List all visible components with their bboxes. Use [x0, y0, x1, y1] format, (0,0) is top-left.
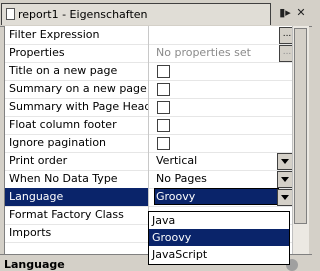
checkbox[interactable] — [157, 137, 170, 150]
property-name: Filter Expression — [5, 26, 149, 44]
property-value[interactable]: ... — [153, 26, 293, 44]
property-name: Ignore pagination — [5, 134, 149, 152]
language-combo-value[interactable]: Groovy — [155, 189, 278, 204]
dropdown-option-java[interactable]: Java — [149, 212, 289, 229]
property-row-summary-on-new-page[interactable]: Summary on a new page — [5, 80, 293, 99]
vertical-scrollbar[interactable] — [292, 26, 309, 254]
property-value[interactable]: No Pages — [153, 170, 293, 188]
property-name: Summary with Page Header a — [5, 98, 149, 116]
checkbox[interactable] — [157, 101, 170, 114]
chevron-down-icon[interactable] — [277, 153, 293, 170]
property-row-properties[interactable]: Properties No properties set ... — [5, 44, 293, 63]
pin-icon[interactable]: ▮▸ — [278, 6, 292, 19]
window-title: report1 - Eigenschaften — [18, 8, 148, 21]
property-name: Properties — [5, 44, 149, 62]
property-row-float-column-footer[interactable]: Float column footer — [5, 116, 293, 135]
ellipsis-button[interactable]: ... — [279, 27, 293, 44]
property-value[interactable]: Vertical — [153, 152, 293, 170]
checkbox[interactable] — [157, 65, 170, 78]
property-row-ignore-pagination[interactable]: Ignore pagination — [5, 134, 293, 153]
description-title: Language — [4, 258, 65, 271]
checkbox[interactable] — [157, 83, 170, 96]
scrollbar-thumb[interactable] — [294, 28, 307, 224]
property-row-title-on-new-page[interactable]: Title on a new page — [5, 62, 293, 81]
property-name: Language — [5, 188, 149, 206]
property-value[interactable]: No properties set ... — [153, 44, 293, 62]
property-row-summary-with-page-header[interactable]: Summary with Page Header a — [5, 98, 293, 117]
property-name: When No Data Type — [5, 170, 149, 188]
combo-value: No Pages — [156, 172, 207, 185]
chevron-down-icon[interactable] — [277, 189, 293, 206]
property-row-print-order[interactable]: Print order Vertical — [5, 152, 293, 171]
properties-panel: report1 - Eigenschaften ▮▸ ✕ Filter Expr… — [0, 0, 312, 271]
property-value — [153, 62, 293, 80]
dropdown-option-javascript[interactable]: JavaScript — [149, 246, 289, 263]
property-name: Summary on a new page — [5, 80, 149, 98]
language-dropdown-list[interactable]: Java Groovy JavaScript — [148, 211, 290, 265]
property-row-filter-expression[interactable]: Filter Expression ... — [5, 26, 293, 45]
document-icon — [6, 8, 15, 20]
property-row-when-no-data-type[interactable]: When No Data Type No Pages — [5, 170, 293, 189]
property-value — [153, 80, 293, 98]
property-name: Format Factory Class — [5, 206, 149, 224]
property-value — [153, 116, 293, 134]
property-name: Float column footer — [5, 116, 149, 134]
property-name: Title on a new page — [5, 62, 149, 80]
window-tab[interactable]: report1 - Eigenschaften — [1, 3, 271, 25]
title-bar: report1 - Eigenschaften ▮▸ ✕ — [0, 0, 312, 27]
checkbox[interactable] — [157, 119, 170, 132]
chevron-down-icon[interactable] — [277, 171, 293, 188]
property-row-language[interactable]: Language Groovy — [5, 188, 293, 207]
property-value — [153, 98, 293, 116]
property-name: Print order — [5, 152, 149, 170]
close-icon[interactable]: ✕ — [294, 6, 308, 19]
ellipsis-button[interactable]: ... — [279, 45, 293, 62]
property-placeholder: No properties set — [156, 46, 251, 59]
property-value — [153, 134, 293, 152]
dropdown-option-groovy[interactable]: Groovy — [149, 229, 289, 246]
combo-value: Vertical — [156, 154, 198, 167]
property-name: Imports — [5, 224, 149, 242]
